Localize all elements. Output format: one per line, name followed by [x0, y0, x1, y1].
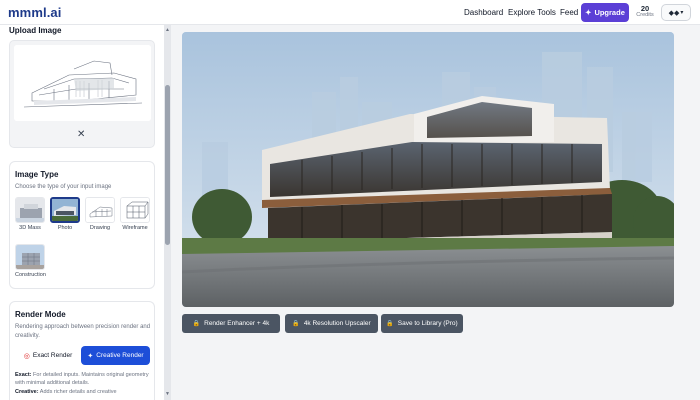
- type-label-construction: Construction: [15, 272, 46, 278]
- credits-label: Credits: [636, 12, 654, 18]
- close-icon[interactable]: ✕: [77, 129, 85, 140]
- render-enhancer-label: Render Enhancer + 4k: [204, 320, 270, 327]
- exact-render-label: Exact Render: [32, 352, 73, 359]
- image-type-description: Choose the type of your input image: [15, 184, 112, 190]
- exact-render-button[interactable]: ◎ Exact Render: [15, 346, 81, 365]
- render-mode-title: Render Mode: [15, 310, 66, 319]
- sidebar: Upload Image ✕ Image Type Choose the typ…: [0, 25, 164, 400]
- scroll-down-arrow-icon[interactable]: ▼: [165, 391, 170, 397]
- type-option-construction[interactable]: Construction: [15, 244, 46, 278]
- sidebar-scrollbar[interactable]: ▲ ▼: [164, 25, 171, 400]
- logo[interactable]: mmml.ai: [8, 5, 61, 20]
- lock-icon: 🔒: [192, 321, 201, 327]
- upscaler-label: 4k Resolution Upscaler: [303, 320, 371, 327]
- upgrade-button[interactable]: ✦ Upgrade: [581, 3, 629, 22]
- wireframe-thumbnail: [120, 197, 150, 223]
- sparkle-icon: ✦: [585, 8, 592, 17]
- target-icon: ◎: [23, 352, 30, 360]
- save-to-library-button[interactable]: 🔒 Save to Library (Pro): [381, 314, 463, 333]
- lock-icon: 🔒: [386, 321, 394, 327]
- upgrade-label: Upgrade: [594, 8, 625, 17]
- sparkle-icon: ✦: [87, 352, 94, 360]
- creative-render-label: Creative Render: [96, 352, 144, 359]
- 3d-mass-thumbnail: [15, 197, 45, 223]
- diamond-menu-icon: ◆◆: [668, 9, 680, 17]
- exact-note-text: For detailed inputs. Maintains original …: [15, 372, 149, 386]
- exact-note-label: Exact:: [15, 372, 32, 378]
- creative-note-label: Creative:: [15, 389, 39, 395]
- nav-dashboard[interactable]: Dashboard: [464, 8, 503, 17]
- creative-render-button[interactable]: ✦ Creative Render: [81, 346, 150, 365]
- nav-explore-tools[interactable]: Explore Tools: [508, 8, 556, 17]
- type-label-photo: Photo: [57, 225, 73, 231]
- chevron-down-icon: ▾: [680, 10, 684, 16]
- upscaler-button[interactable]: 🔒 4k Resolution Upscaler: [285, 314, 378, 333]
- construction-thumbnail: [15, 244, 45, 270]
- type-option-wireframe[interactable]: Wireframe: [120, 197, 150, 231]
- upload-title: Upload Image: [9, 26, 62, 35]
- exact-note: Exact: For detailed inputs. Maintains or…: [15, 371, 151, 387]
- upload-dropzone[interactable]: ✕: [9, 40, 155, 148]
- type-label-wireframe: Wireframe: [122, 225, 148, 231]
- type-option-photo[interactable]: Photo: [50, 197, 80, 231]
- lock-icon: 🔒: [292, 321, 300, 327]
- drawing-thumbnail: [85, 197, 115, 223]
- image-type-title: Image Type: [15, 170, 59, 179]
- render-mode-description: Rendering approach between precision ren…: [15, 324, 151, 339]
- render-mode-card: Render Mode Rendering approach between p…: [9, 301, 155, 400]
- type-label-drawing: Drawing: [89, 225, 111, 231]
- top-bar: mmml.ai Dashboard Explore Tools Feed ✦ U…: [0, 0, 700, 25]
- credits-counter: 20 Credits: [634, 5, 656, 19]
- rendered-image: [182, 32, 674, 307]
- scroll-up-arrow-icon[interactable]: ▲: [165, 27, 170, 33]
- image-type-card: Image Type Choose the type of your input…: [9, 161, 155, 289]
- user-menu-button[interactable]: ◆◆ ▾: [661, 4, 691, 21]
- nav-feed[interactable]: Feed: [560, 8, 578, 17]
- uploaded-image-thumbnail: [14, 45, 151, 121]
- credits-count: 20: [640, 4, 650, 13]
- render-enhancer-button[interactable]: 🔒 Render Enhancer + 4k: [182, 314, 280, 333]
- type-label-3d-mass: 3D Mass: [19, 225, 41, 231]
- page-scroll-area: [690, 25, 700, 400]
- photo-thumbnail: [50, 197, 80, 223]
- creative-note: Creative: Adds richer details and creati…: [15, 388, 151, 396]
- type-option-drawing[interactable]: Drawing: [85, 197, 115, 231]
- creative-note-text: Adds richer details and creative: [39, 389, 117, 395]
- scrollbar-thumb[interactable]: [165, 85, 170, 245]
- type-option-3d-mass[interactable]: 3D Mass: [15, 197, 45, 231]
- save-to-library-label: Save to Library (Pro): [397, 320, 458, 327]
